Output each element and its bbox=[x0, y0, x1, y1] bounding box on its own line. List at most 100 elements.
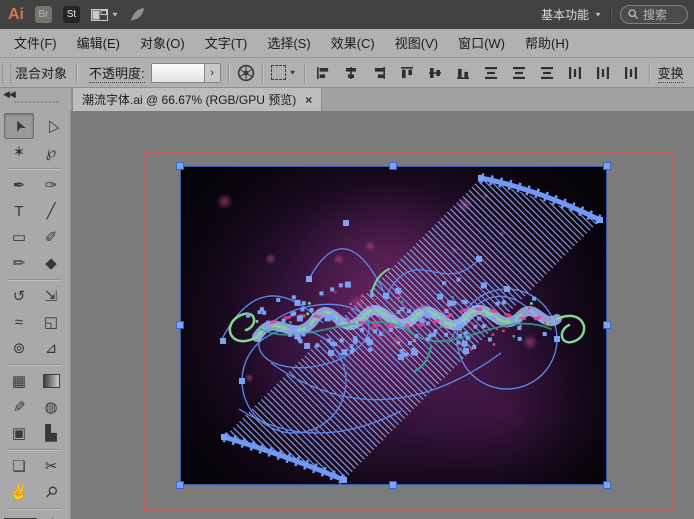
menu-item-3[interactable]: 文字(T) bbox=[195, 30, 258, 57]
opacity-dropdown-button[interactable]: › bbox=[204, 64, 220, 82]
search-icon bbox=[628, 9, 639, 20]
hand-tool[interactable]: ✌ bbox=[4, 479, 34, 505]
lasso-icon: ℘ bbox=[46, 143, 56, 161]
opacity-input[interactable] bbox=[152, 64, 204, 82]
distribute-left-button[interactable] bbox=[565, 63, 586, 83]
gradient-icon bbox=[43, 374, 60, 388]
shape-builder-tool[interactable]: ⊚ bbox=[4, 335, 34, 361]
rotate-tool[interactable]: ↺ bbox=[4, 283, 34, 309]
document-tab-bar: ◀◀ 潮流字体.ai @ 66.67% (RGB/GPU 预览) × bbox=[0, 88, 694, 111]
menu-item-4[interactable]: 选择(S) bbox=[257, 30, 320, 57]
context-object-label: 混合对象 bbox=[15, 63, 67, 82]
bridge-button[interactable]: Br bbox=[35, 6, 52, 23]
distribute-right-button[interactable] bbox=[621, 63, 642, 83]
align-right-button[interactable] bbox=[369, 63, 390, 83]
zoom-tool[interactable]: ⚲ bbox=[36, 479, 66, 505]
search-input[interactable]: 搜索 bbox=[620, 5, 688, 24]
menu-item-8[interactable]: 帮助(H) bbox=[515, 30, 579, 57]
canvas-area[interactable] bbox=[71, 111, 694, 519]
options-bar: 混合对象 不透明度: › ▼ 变换 bbox=[0, 58, 694, 88]
menu-item-6[interactable]: 视图(V) bbox=[385, 30, 448, 57]
magic-wand-tool[interactable]: ✶ bbox=[4, 139, 34, 165]
options-divider bbox=[649, 63, 651, 83]
bounding-box-icon bbox=[271, 65, 286, 80]
paintbrush-tool[interactable]: ✐ bbox=[36, 224, 66, 250]
magic-wand-icon: ✶ bbox=[13, 143, 26, 161]
pencil-tool[interactable]: ✏ bbox=[4, 250, 34, 276]
options-divider bbox=[228, 63, 230, 83]
artboard-view[interactable] bbox=[71, 111, 694, 519]
scale-tool[interactable]: ⇲ bbox=[36, 283, 66, 309]
rectangle-tool[interactable]: ▭ bbox=[4, 224, 34, 250]
chevron-down-icon: ▼ bbox=[111, 11, 119, 18]
distribute-horizontal-center-button[interactable] bbox=[593, 63, 614, 83]
column-graph-icon: ▙ bbox=[45, 424, 57, 442]
collapse-panel-icon[interactable]: ◀◀ bbox=[3, 89, 15, 100]
workspace-switcher[interactable]: 基本功能 ▼ bbox=[541, 6, 602, 23]
align-left-button[interactable] bbox=[313, 63, 334, 83]
tools-panel: ➤▷✶℘✒✑T╱▭✐✏◆↺⇲≈◱⊚⊿▦✎◍▣▙❏✂✌⚲ ⇄ ? ? bbox=[0, 111, 71, 519]
pen-icon: ✒ bbox=[13, 176, 26, 194]
stock-button[interactable]: St bbox=[63, 6, 80, 23]
perspective-grid-tool[interactable]: ⊿ bbox=[36, 335, 66, 361]
line-segment-icon: ╱ bbox=[46, 202, 55, 220]
type-tool[interactable]: T bbox=[4, 198, 34, 224]
options-divider bbox=[76, 63, 78, 83]
menu-item-1[interactable]: 编辑(E) bbox=[67, 30, 130, 57]
symbol-sprayer-icon: ▣ bbox=[12, 424, 26, 442]
document-tab[interactable]: 潮流字体.ai @ 66.67% (RGB/GPU 预览) × bbox=[72, 88, 322, 111]
distribute-top-button[interactable] bbox=[481, 63, 502, 83]
slice-tool[interactable]: ✂ bbox=[36, 453, 66, 479]
illustrator-window: { "topbar": { "logo": "Ai", "badges": { … bbox=[0, 0, 694, 519]
selection-tool[interactable]: ➤ bbox=[4, 113, 34, 139]
rotate-icon: ↺ bbox=[13, 287, 26, 305]
opacity-label[interactable]: 不透明度: bbox=[89, 63, 145, 83]
slice-icon: ✂ bbox=[45, 457, 58, 475]
column-graph-tool[interactable]: ▙ bbox=[36, 420, 66, 446]
options-bar-grip[interactable] bbox=[2, 63, 11, 83]
perspective-grid-icon: ⊿ bbox=[45, 339, 58, 357]
transform-link[interactable]: 变换 bbox=[658, 63, 684, 83]
artboard-icon: ❏ bbox=[12, 457, 25, 475]
free-transform-tool[interactable]: ◱ bbox=[36, 309, 66, 335]
close-tab-icon[interactable]: × bbox=[305, 93, 312, 107]
color-wheel-icon bbox=[237, 64, 255, 82]
arrange-documents-button[interactable]: ▼ bbox=[91, 9, 119, 21]
application-bar: Ai Br St ▼ 基本功能 ▼ 搜索 bbox=[0, 0, 694, 29]
panel-grip-dots[interactable] bbox=[14, 101, 58, 103]
share-rocket-button[interactable] bbox=[130, 7, 145, 22]
menu-item-0[interactable]: 文件(F) bbox=[4, 30, 67, 57]
type-icon: T bbox=[14, 203, 23, 220]
align-vertical-center-button[interactable] bbox=[425, 63, 446, 83]
gradient-tool[interactable] bbox=[36, 368, 66, 394]
blend-icon: ◍ bbox=[44, 398, 57, 416]
align-horizontal-center-button[interactable] bbox=[341, 63, 362, 83]
align-bottom-button[interactable] bbox=[453, 63, 474, 83]
opacity-field: › bbox=[151, 63, 221, 83]
distribute-bottom-button[interactable] bbox=[537, 63, 558, 83]
direct-selection-tool[interactable]: ▷ bbox=[36, 113, 66, 139]
width-icon: ≈ bbox=[15, 314, 23, 331]
menu-item-2[interactable]: 对象(O) bbox=[130, 30, 195, 57]
symbol-sprayer-tool[interactable]: ▣ bbox=[4, 420, 34, 446]
blend-tool[interactable]: ◍ bbox=[36, 394, 66, 420]
curvature-tool[interactable]: ✑ bbox=[36, 172, 66, 198]
artboard-tool[interactable]: ❏ bbox=[4, 453, 34, 479]
recolor-artwork-button[interactable] bbox=[237, 64, 255, 82]
mesh-tool[interactable]: ▦ bbox=[4, 368, 34, 394]
align-top-button[interactable] bbox=[397, 63, 418, 83]
topbar-divider bbox=[610, 7, 612, 23]
eyedropper-tool[interactable]: ✎ bbox=[4, 394, 34, 420]
selection-icon: ➤ bbox=[8, 116, 30, 135]
line-segment-tool[interactable]: ╱ bbox=[36, 198, 66, 224]
align-buttons-group bbox=[313, 63, 642, 83]
rectangle-icon: ▭ bbox=[12, 228, 26, 246]
distribute-vertical-center-button[interactable] bbox=[509, 63, 530, 83]
lasso-tool[interactable]: ℘ bbox=[36, 139, 66, 165]
width-tool[interactable]: ≈ bbox=[4, 309, 34, 335]
bounding-box-options-button[interactable]: ▼ bbox=[271, 65, 297, 80]
eraser-tool[interactable]: ◆ bbox=[36, 250, 66, 276]
menu-item-5[interactable]: 效果(C) bbox=[321, 30, 385, 57]
pen-tool[interactable]: ✒ bbox=[4, 172, 34, 198]
menu-item-7[interactable]: 窗口(W) bbox=[448, 30, 515, 57]
